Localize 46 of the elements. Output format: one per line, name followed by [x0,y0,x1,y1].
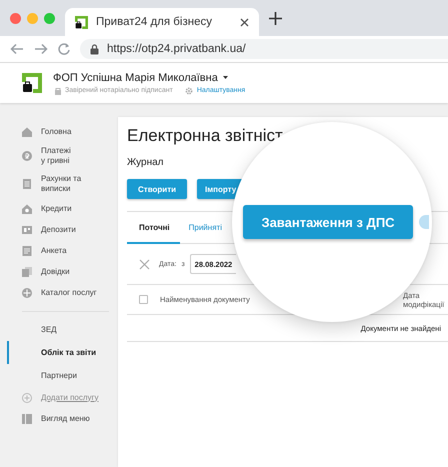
sidebar-item[interactable]: Вигляд меню [0,408,118,429]
page-title: Електронна звітніст [127,126,283,146]
lock-icon [90,44,99,54]
documents-icon [22,266,32,276]
house-icon [22,126,32,136]
sidebar-item[interactable]: ЗЕД [0,318,118,341]
bank-logo-icon [22,73,42,93]
coin-icon [22,151,32,161]
grid-icon [22,288,32,298]
sidebar-item[interactable]: Облік та звіти [0,341,118,364]
sidebar-item[interactable]: Платежі у гривні [0,142,118,170]
badge-icon [419,215,429,229]
tab[interactable]: Поточні [127,212,180,244]
house-icon [22,204,32,214]
settings-icon [184,86,193,94]
caret-icon[interactable] [222,76,228,79]
clear-icon[interactable] [139,258,150,270]
sidebar-item[interactable]: Довідки [0,261,118,282]
sidebar-item[interactable]: Партнери [0,364,118,387]
close-window-button[interactable] [10,12,21,24]
bank-logo-icon [75,16,88,28]
sidebar-item[interactable]: Депозити [0,219,118,240]
tab-title: Приват24 для бізнесу [96,16,213,28]
form-icon [22,246,32,256]
columns-icon [22,414,32,424]
sidebar-item[interactable]: Головна [0,121,118,142]
lock-icon [53,86,61,94]
close-icon[interactable] [240,18,249,26]
new-tab-icon[interactable] [269,12,282,24]
sidebar-item[interactable]: Кредити [0,198,118,219]
browser-tab[interactable]: Приват24 для бізнесу [65,8,259,36]
card-icon [22,224,32,234]
checkbox[interactable] [139,295,148,304]
sidebar-item[interactable]: Каталог послуг [0,282,118,303]
account-name: ФОП Успішна Марія Миколаївна [53,72,218,84]
sidebar-item[interactable]: Анкета [0,240,118,261]
sidebar-item[interactable]: Рахунки та виписки [0,170,118,198]
reload-icon[interactable] [58,43,70,55]
tab[interactable]: Прийняті [180,212,231,244]
maximize-window-button[interactable] [44,12,55,24]
plus-icon [22,392,32,402]
document-icon [22,179,32,189]
back-icon[interactable] [10,43,24,55]
forward-icon[interactable] [34,43,48,55]
address-bar[interactable]: https://otp24.privatbank.ua/ [80,39,448,59]
section-title: Журнал [127,157,164,168]
